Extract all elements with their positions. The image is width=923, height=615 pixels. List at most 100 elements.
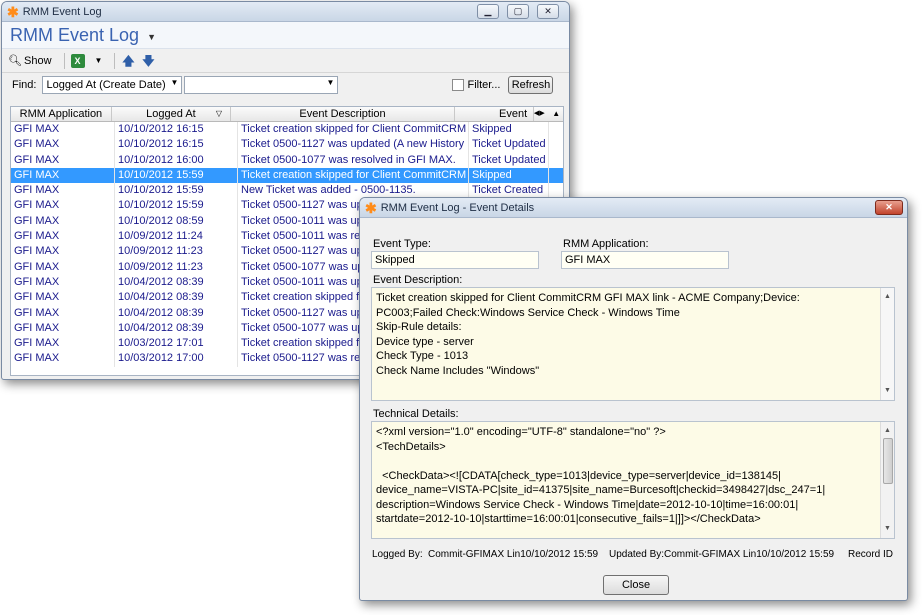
chevron-down-icon[interactable]: ▼: [147, 32, 156, 42]
column-header-rmm-application[interactable]: RMM Application: [11, 107, 112, 121]
chevron-down-icon: ▼: [326, 78, 335, 87]
event-details-titlebar[interactable]: ✱ RMM Event Log - Event Details ✕: [360, 198, 907, 218]
chevron-down-icon[interactable]: ▼: [95, 56, 103, 65]
cell-logged-at: 10/10/2012 15:59: [115, 167, 238, 184]
close-window-button[interactable]: ✕: [537, 4, 559, 19]
filter-label: Filter...: [467, 79, 501, 91]
technical-details-textarea[interactable]: <?xml version="1.0" encoding="UTF-8" sta…: [371, 421, 895, 539]
event-description-line: Ticket creation skipped for Client Commi…: [376, 292, 800, 304]
arrow-up-icon[interactable]: 🡅: [121, 54, 135, 68]
refresh-button[interactable]: Refresh: [508, 76, 554, 94]
event-log-titlebar[interactable]: ✱ RMM Event Log ▁ ▢ ✕: [2, 2, 569, 22]
export-excel-button[interactable]: X ▼: [70, 53, 103, 68]
page-title: RMM Event Log: [10, 24, 140, 45]
scroll-up-icon[interactable]: ▲: [881, 290, 894, 305]
find-search-input[interactable]: ▼: [184, 76, 339, 94]
technical-details-label: Technical Details:: [373, 408, 459, 420]
event-description-line: PC003;Failed Check:Windows Service Check…: [376, 306, 680, 319]
logged-by-value: Commit-GFIMAX Lin10/10/2012 15:59: [428, 549, 599, 560]
column-header-event[interactable]: Event: [455, 107, 534, 121]
cell-logged-at: 10/10/2012 15:59: [115, 198, 238, 214]
cell-logged-at: 10/10/2012 16:15: [115, 122, 238, 138]
technical-details-line: startdate=2012-10-10|starttime=16:00:01|…: [376, 513, 761, 525]
toolbar-divider: [63, 52, 65, 69]
cell-event: Skipped: [469, 122, 549, 138]
close-button[interactable]: Close: [603, 575, 669, 595]
cell-logged-at: 10/03/2012 17:00: [115, 351, 238, 367]
event-description-line: Skip-Rule details:: [376, 321, 462, 333]
scrollbar-thumb[interactable]: [883, 438, 893, 484]
scroll-down-icon[interactable]: ▼: [881, 522, 894, 537]
updated-by-label: Updated By:: [609, 549, 665, 560]
find-field-value: Logged At (Create Date): [46, 79, 166, 91]
event-description-textarea[interactable]: Ticket creation skipped for Client Commi…: [371, 287, 895, 401]
cell-rmm-application: GFI MAX: [11, 259, 115, 275]
cell-rmm-application: GFI MAX: [11, 274, 115, 291]
cell-event: Skipped: [469, 167, 549, 184]
cell-rmm-application: GFI MAX: [11, 336, 115, 352]
technical-details-line: [376, 454, 876, 469]
page-title-bar[interactable]: RMM Event Log ▼: [2, 22, 569, 49]
scroll-up-icon[interactable]: ▲: [881, 424, 894, 439]
minimize-button[interactable]: ▁: [477, 4, 499, 19]
logged-by-label: Logged By:: [372, 549, 423, 560]
cell-rmm-application: GFI MAX: [11, 137, 115, 153]
find-bar: Find: Logged At (Create Date) ▼ ▼ Filter…: [2, 73, 569, 97]
chevron-right-icon[interactable]: ▶: [539, 107, 544, 121]
cell-rmm-application: GFI MAX: [11, 244, 115, 260]
cell-rmm-application: GFI MAX: [11, 122, 115, 138]
technical-details-line: device_name=VISTA-PC|site_id=41375|site_…: [376, 484, 826, 496]
table-row[interactable]: GFI MAX 10/10/2012 16:00 Ticket 0500-1077 …: [11, 152, 563, 168]
event-type-label: Event Type:: [373, 238, 431, 250]
find-field-select[interactable]: Logged At (Create Date) ▼: [42, 76, 183, 94]
technical-details-line: <?xml version="1.0" encoding="UTF-8" sta…: [376, 426, 666, 438]
column-header-event-description[interactable]: Event Description: [231, 107, 455, 121]
cell-event-description: Ticket creation skipped for Client Commi…: [238, 122, 469, 138]
technical-details-line: description=Windows Service Check - Wind…: [376, 498, 799, 511]
cell-event: Ticket Updated: [469, 152, 549, 168]
table-row[interactable]: GFI MAX 10/10/2012 15:59 Ticket creation s…: [11, 167, 563, 184]
column-header-logged-at[interactable]: Logged At ▽: [112, 107, 232, 121]
event-type-field[interactable]: Skipped: [371, 251, 539, 269]
cell-rmm-application: GFI MAX: [11, 305, 115, 321]
rmm-application-field[interactable]: GFI MAX: [561, 251, 729, 269]
cell-logged-at: 10/04/2012 08:39: [115, 320, 238, 337]
chevron-up-icon[interactable]: ▲: [549, 107, 563, 121]
scroll-down-icon[interactable]: ▼: [881, 384, 894, 399]
arrow-down-icon[interactable]: 🡇: [141, 54, 155, 68]
magnifier-icon: 🔍︎: [8, 54, 22, 67]
toolbar: 🔍︎ Show X ▼ 🡅 🡇: [2, 49, 569, 73]
cell-rmm-application: GFI MAX: [11, 152, 115, 168]
cell-event-description: Ticket creation skipped for Client Commi…: [238, 167, 469, 184]
technical-details-line: <TechDetails>: [376, 440, 446, 453]
table-row[interactable]: GFI MAX 10/10/2012 16:15 Ticket creation s…: [11, 122, 563, 138]
cell-rmm-application: GFI MAX: [11, 183, 115, 199]
cell-rmm-application: GFI MAX: [11, 198, 115, 214]
close-dialog-button[interactable]: ✕: [875, 200, 903, 215]
cell-event: Ticket Updated: [469, 137, 549, 153]
chevron-down-icon: ▼: [170, 78, 179, 87]
sort-descending-icon: ▽: [215, 109, 223, 118]
event-description-line: Device type - server: [376, 335, 474, 348]
scroll-columns-controls[interactable]: ◀ ▶: [534, 107, 550, 121]
app-star-icon: ✱: [365, 199, 377, 216]
grid-header: RMM Application Logged At ▽ Event Descri…: [11, 107, 563, 122]
dialog-title: RMM Event Log - Event Details: [380, 201, 535, 214]
cell-logged-at: 10/10/2012 08:59: [115, 213, 238, 230]
filter-checkbox[interactable]: [452, 79, 465, 91]
show-button[interactable]: 🔍︎ Show: [8, 54, 52, 68]
maximize-button[interactable]: ▢: [507, 4, 529, 19]
record-id-label: Record ID: [848, 549, 894, 560]
event-description-scrollbar[interactable]: ▲ ▼: [880, 288, 894, 400]
technical-details-scrollbar[interactable]: ▲ ▼: [880, 422, 894, 538]
cell-rmm-application: GFI MAX: [11, 290, 115, 306]
column-header-event-label: Event: [499, 108, 528, 120]
window-title: RMM Event Log: [22, 5, 102, 18]
table-row[interactable]: GFI MAX 10/10/2012 16:15 Ticket 0500-1127 …: [11, 137, 563, 153]
cell-logged-at: 10/04/2012 08:39: [115, 290, 238, 306]
cell-rmm-application: GFI MAX: [11, 167, 115, 184]
rmm-application-label: RMM Application:: [563, 238, 649, 250]
technical-details-line: <CheckData><![CDATA[check_type=1013|devi…: [376, 469, 782, 482]
cell-rmm-application: GFI MAX: [11, 320, 115, 337]
toolbar-divider: [114, 52, 116, 69]
